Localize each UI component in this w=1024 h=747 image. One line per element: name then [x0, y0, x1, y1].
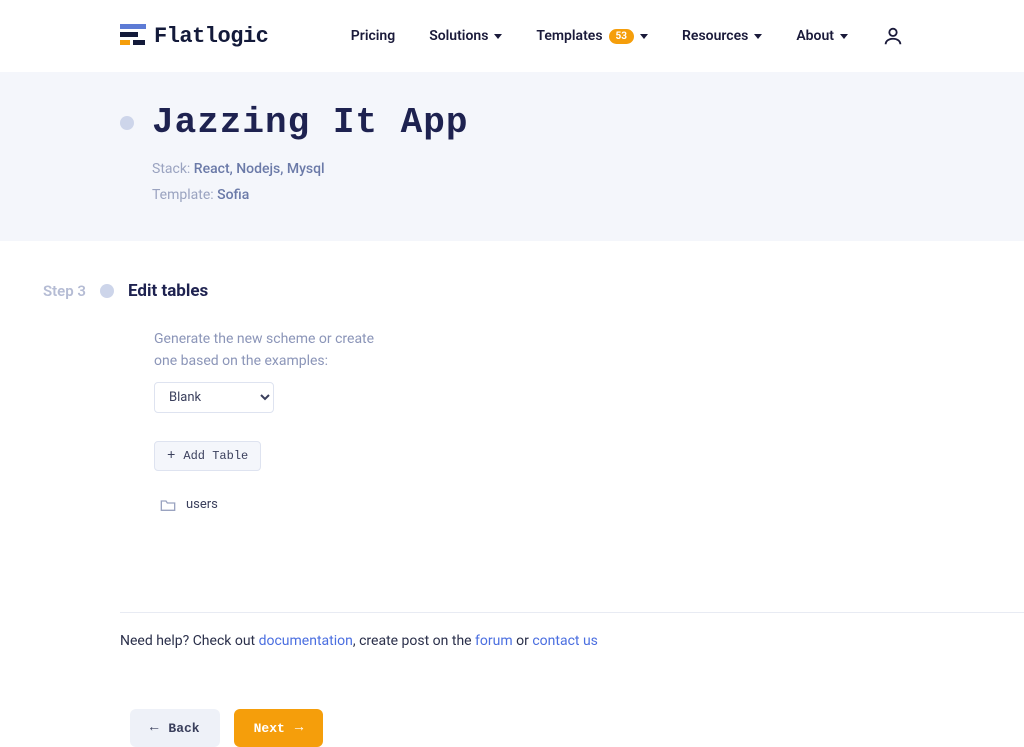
arrow-left-icon: ←	[150, 720, 158, 736]
nav-about[interactable]: About	[796, 28, 848, 44]
step-number: Step 3	[24, 282, 86, 300]
table-name: users	[186, 497, 218, 512]
forum-link[interactable]: forum	[475, 633, 513, 649]
step-header: Step 3 Edit tables	[24, 281, 904, 301]
app-title: Jazzing It App	[152, 102, 468, 143]
main-nav: Pricing Solutions Templates53 Resources …	[351, 25, 904, 47]
chevron-down-icon	[754, 34, 762, 39]
folder-icon	[160, 498, 176, 512]
next-button[interactable]: Next →	[234, 709, 324, 747]
templates-badge: 53	[609, 29, 634, 44]
chevron-down-icon	[840, 34, 848, 39]
table-item-users[interactable]: users	[160, 497, 904, 512]
nav-pricing[interactable]: Pricing	[351, 28, 395, 44]
chevron-down-icon	[640, 34, 648, 39]
documentation-link[interactable]: documentation	[259, 633, 353, 649]
hero-section: Jazzing It App Stack: React, Nodejs, Mys…	[0, 72, 1024, 241]
logo[interactable]: Flatlogic	[120, 24, 268, 49]
add-table-button[interactable]: + Add Table	[154, 441, 261, 471]
plus-icon: +	[167, 449, 175, 463]
user-icon[interactable]	[882, 25, 904, 47]
action-bar: ← Back Next →	[130, 709, 1024, 747]
contact-link[interactable]: contact us	[532, 633, 598, 649]
scheme-select[interactable]: Blank	[154, 382, 274, 413]
divider	[120, 612, 1024, 613]
logo-icon	[120, 24, 146, 48]
brand-name: Flatlogic	[154, 24, 268, 49]
arrow-right-icon: →	[295, 720, 303, 736]
template-line: Template: Sofia	[152, 187, 468, 203]
chevron-down-icon	[494, 34, 502, 39]
nav-solutions[interactable]: Solutions	[429, 28, 502, 44]
step-dot-icon	[100, 284, 114, 298]
step-title: Edit tables	[128, 281, 208, 301]
scheme-instruction: Generate the new scheme or create one ba…	[154, 329, 384, 372]
main-content: Step 3 Edit tables Generate the new sche…	[0, 241, 1024, 542]
back-button[interactable]: ← Back	[130, 709, 220, 747]
top-header: Flatlogic Pricing Solutions Templates53 …	[0, 0, 1024, 72]
hero-bullet-icon	[120, 116, 134, 130]
nav-resources[interactable]: Resources	[682, 28, 762, 44]
stack-line: Stack: React, Nodejs, Mysql	[152, 161, 468, 177]
help-text: Need help? Check out documentation, crea…	[120, 633, 1024, 649]
nav-templates[interactable]: Templates53	[536, 28, 648, 44]
